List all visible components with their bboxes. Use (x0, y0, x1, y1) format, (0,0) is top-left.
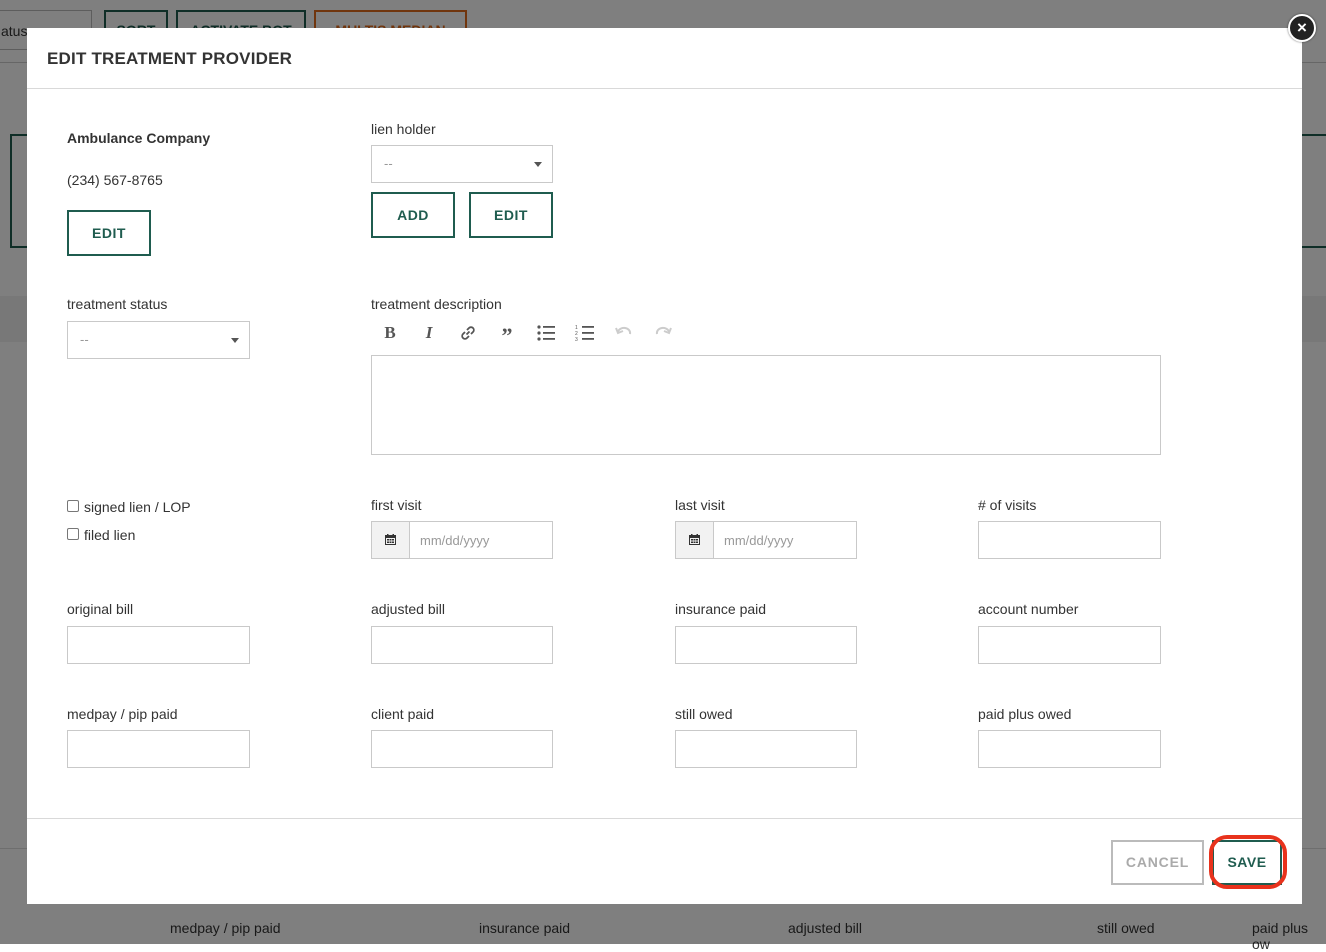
medpay-pip-paid-input[interactable] (67, 730, 250, 768)
modal-title: EDIT TREATMENT PROVIDER (47, 49, 293, 68)
treatment-status-value: -- (80, 332, 89, 347)
editor-toolbar: B I ” 123 (377, 321, 697, 348)
num-visits-label: # of visits (978, 497, 1037, 513)
client-paid-input[interactable] (371, 730, 553, 768)
add-lien-holder-button[interactable]: ADD (371, 192, 455, 238)
bold-icon[interactable]: B (377, 321, 403, 345)
undo-icon[interactable] (611, 321, 637, 345)
original-bill-input[interactable] (67, 626, 250, 664)
lien-holder-select[interactable]: -- (371, 145, 553, 183)
first-visit-placeholder: mm/dd/yyyy (420, 533, 490, 548)
chevron-down-icon (534, 162, 542, 167)
last-visit-input[interactable]: mm/dd/yyyy (675, 521, 857, 559)
medpay-pip-paid-label: medpay / pip paid (67, 706, 178, 722)
adjusted-bill-input[interactable] (371, 626, 553, 664)
insurance-paid-label: insurance paid (675, 601, 767, 617)
svg-text:3: 3 (575, 337, 578, 342)
still-owed-label: still owed (675, 706, 733, 722)
treatment-description-editor[interactable] (371, 355, 1161, 455)
provider-phone: (234) 567-8765 (67, 172, 163, 188)
modal-footer: CANCEL SAVE (27, 818, 1302, 905)
signed-lien-checkbox[interactable] (67, 500, 79, 512)
calendar-icon (689, 534, 700, 545)
lien-holder-value: -- (384, 156, 393, 171)
edit-treatment-provider-modal: EDIT TREATMENT PROVIDER Ambulance Compan… (27, 28, 1302, 904)
insurance-paid-input[interactable] (675, 626, 857, 664)
treatment-description-label: treatment description (371, 296, 502, 312)
client-paid-label: client paid (371, 706, 435, 722)
paid-plus-owed-label: paid plus owed (978, 706, 1072, 722)
quote-icon[interactable]: ” (494, 321, 520, 348)
chevron-down-icon (231, 338, 239, 343)
lien-holder-label: lien holder (371, 121, 436, 137)
edit-lien-holder-button[interactable]: EDIT (469, 192, 553, 238)
adjusted-bill-label: adjusted bill (371, 601, 445, 617)
last-visit-label: last visit (675, 497, 725, 513)
last-visit-placeholder: mm/dd/yyyy (724, 533, 794, 548)
first-visit-input[interactable]: mm/dd/yyyy (371, 521, 553, 559)
signed-lien-label: signed lien / LOP (84, 499, 191, 515)
first-visit-label: first visit (371, 497, 422, 513)
last-visit-calendar-button[interactable] (676, 522, 714, 558)
close-icon[interactable]: × (1288, 14, 1316, 42)
num-visits-input[interactable] (978, 521, 1161, 559)
calendar-icon (385, 534, 396, 545)
filed-lien-label: filed lien (84, 527, 136, 543)
cancel-button[interactable]: CANCEL (1111, 840, 1204, 885)
still-owed-input[interactable] (675, 730, 857, 768)
redo-icon[interactable] (650, 321, 676, 345)
original-bill-label: original bill (67, 601, 134, 617)
provider-name: Ambulance Company (67, 130, 211, 146)
italic-icon[interactable]: I (416, 321, 442, 345)
link-icon[interactable] (455, 321, 481, 345)
first-visit-calendar-button[interactable] (372, 522, 410, 558)
filed-lien-checkbox[interactable] (67, 528, 79, 540)
modal-header: EDIT TREATMENT PROVIDER (27, 28, 1302, 89)
edit-provider-button[interactable]: EDIT (67, 210, 151, 256)
account-number-label: account number (978, 601, 1079, 617)
save-button[interactable]: SAVE (1212, 840, 1282, 885)
paid-plus-owed-input[interactable] (978, 730, 1161, 768)
bullet-list-icon[interactable] (533, 321, 559, 345)
numbered-list-icon[interactable]: 123 (572, 321, 598, 345)
treatment-status-label: treatment status (67, 296, 168, 312)
treatment-status-select[interactable]: -- (67, 321, 250, 359)
account-number-input[interactable] (978, 626, 1161, 664)
